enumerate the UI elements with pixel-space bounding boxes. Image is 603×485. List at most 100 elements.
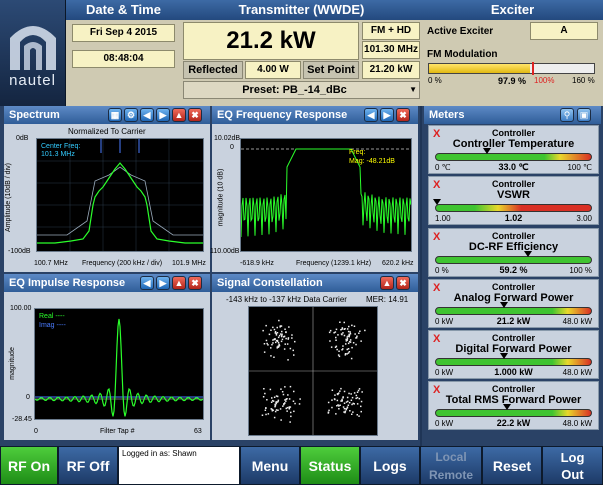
constellation-point <box>287 394 289 396</box>
constellation-point <box>294 402 296 405</box>
preset-select[interactable]: Preset: PB_-14_dBc ▼ <box>183 81 420 99</box>
constellation-point <box>278 343 280 346</box>
constellation-point <box>345 408 347 410</box>
meter-controller-temperature[interactable]: X Controller Controller Temperature 0 ℃ … <box>428 125 599 174</box>
constellation-point <box>280 388 282 390</box>
meters-title: Meters <box>424 106 601 124</box>
constellation-point <box>284 343 286 345</box>
constellation-point <box>285 331 287 334</box>
close-icon[interactable]: ✖ <box>188 108 202 122</box>
rf-on-button[interactable]: RF On <box>0 446 58 485</box>
constellation-point <box>347 352 350 354</box>
rf-off-button[interactable]: RF Off <box>58 446 118 485</box>
settings-icon[interactable]: ⚙ <box>124 108 138 122</box>
close-icon[interactable]: ✖ <box>396 276 410 290</box>
constellation-point <box>342 348 344 350</box>
constellation-point <box>270 347 272 349</box>
constellation-point <box>350 393 352 395</box>
next-icon[interactable]: ▶ <box>156 108 170 122</box>
meter-digital-forward-power[interactable]: X Controller Digital Forward Power 0 kW … <box>428 330 599 379</box>
constellation-point <box>284 328 286 330</box>
constellation-point <box>342 397 344 399</box>
nautel-logo-text: nautel <box>9 72 56 89</box>
constellation-point <box>286 410 288 412</box>
previous-icon[interactable]: ◀ <box>140 108 154 122</box>
constellation-point <box>277 342 280 344</box>
constellation-point <box>347 348 350 350</box>
constellation-mer: MER: 14.91 <box>366 295 409 304</box>
constellation-point <box>273 328 276 331</box>
close-icon[interactable]: ✖ <box>188 276 202 290</box>
eq-imp-y-top: 100.00 <box>10 305 32 312</box>
menu-button[interactable]: Menu <box>240 446 300 485</box>
search-icon[interactable]: ⚲ <box>560 108 574 122</box>
logout-button[interactable]: Log Out <box>542 446 603 485</box>
constellation-point <box>346 348 348 351</box>
constellation-point <box>278 334 281 337</box>
constellation-point <box>280 340 283 343</box>
constellation-point <box>286 398 288 400</box>
constellation-point <box>269 388 272 391</box>
constellation-point <box>335 339 337 341</box>
constellation-point <box>270 329 272 331</box>
constellation-point <box>267 413 270 415</box>
chart-icon[interactable]: ▦ <box>108 108 122 122</box>
next-icon[interactable]: ▶ <box>156 276 170 290</box>
nautel-logo: nautel <box>0 0 66 106</box>
setpoint-value[interactable]: 21.20 kW <box>362 61 420 79</box>
meter-label: Total RMS Forward Power <box>445 394 582 406</box>
constellation-point <box>288 398 291 400</box>
constellation-point <box>273 356 275 358</box>
close-icon[interactable]: ✖ <box>396 108 410 122</box>
meter-pointer <box>482 148 491 154</box>
constellation-point <box>361 391 363 393</box>
constellation-point <box>349 339 352 341</box>
collapse-icon[interactable]: ▲ <box>172 276 186 290</box>
next-icon[interactable]: ▶ <box>380 108 394 122</box>
constellation-subtitle: -143 kHz to -137 kHz Data Carrier <box>226 295 347 304</box>
constellation-point <box>265 413 267 416</box>
constellation-point <box>358 415 360 417</box>
constellation-point <box>276 347 278 349</box>
constellation-point <box>284 386 286 388</box>
constellation-point <box>327 412 330 414</box>
constellation-point <box>263 351 266 353</box>
constellation-point <box>291 337 293 339</box>
constellation-point <box>360 410 362 413</box>
collapse-icon[interactable]: ▲ <box>380 276 394 290</box>
meter-label: Analog Forward Power <box>453 292 574 304</box>
constellation-point <box>299 398 301 400</box>
meter-vswr[interactable]: X Controller VSWR 1.00 1.02 3.00 <box>428 176 599 225</box>
meter-value: 1.02 <box>504 213 523 223</box>
logs-button[interactable]: Logs <box>360 446 420 485</box>
constellation-point <box>351 324 353 327</box>
constellation-point <box>335 345 338 348</box>
constellation-point <box>271 397 273 399</box>
constellation-point <box>340 387 342 390</box>
local-remote-toggle[interactable]: Local Remote <box>420 446 482 485</box>
meter-analog-forward-power[interactable]: X Controller Analog Forward Power 0 kW 2… <box>428 279 599 328</box>
constellation-point <box>263 388 265 390</box>
meter-total-rms-forward-power[interactable]: X Controller Total RMS Forward Power 0 k… <box>428 381 599 430</box>
preset-value: Preset: PB_-14_dBc <box>242 84 347 96</box>
meter-dc-rf-efficiency[interactable]: X Controller DC-RF Efficiency 0 % 59.2 %… <box>428 228 599 277</box>
collapse-icon[interactable]: ▲ <box>172 108 186 122</box>
constellation-point <box>353 392 356 394</box>
constellation-point <box>352 342 355 344</box>
constellation-point <box>346 338 349 340</box>
meter-max: 48.0 kW <box>562 419 592 428</box>
constellation-point <box>279 408 282 410</box>
status-button[interactable]: Status <box>300 446 360 485</box>
constellation-point <box>356 396 359 399</box>
constellation-point <box>341 400 343 402</box>
constellation-point <box>335 328 338 331</box>
reset-button[interactable]: Reset <box>482 446 542 485</box>
previous-icon[interactable]: ◀ <box>364 108 378 122</box>
mode-display: FM + HD <box>362 22 420 40</box>
constellation-point <box>353 325 356 327</box>
constellation-point <box>272 409 274 411</box>
save-icon[interactable]: ▣ <box>577 108 591 122</box>
constellation-point <box>345 343 347 345</box>
previous-icon[interactable]: ◀ <box>140 276 154 290</box>
constellation-point <box>276 339 279 342</box>
